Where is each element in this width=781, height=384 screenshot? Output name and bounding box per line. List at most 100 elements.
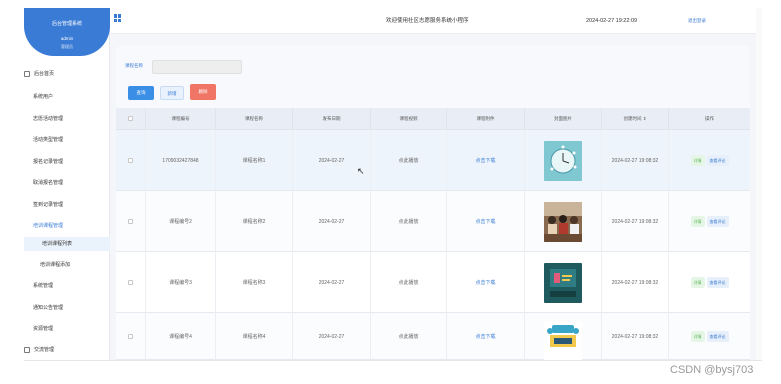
sidebar-item-resource[interactable]: 资源管理 xyxy=(33,325,53,332)
sidebar-item-label: 系统管理 xyxy=(33,283,54,289)
cover-image[interactable] xyxy=(544,262,582,303)
cover-image[interactable] xyxy=(544,140,582,181)
sidebar-item-notice[interactable]: 通知公告管理 xyxy=(33,304,63,311)
detail-button[interactable]: 详情 xyxy=(690,331,705,342)
sidebar-item-activity-type[interactable]: 活动类型管理 xyxy=(33,136,63,143)
detail-button[interactable]: 详情 xyxy=(690,277,705,288)
row-select-cell[interactable] xyxy=(116,252,146,313)
cell-code: 课程编号3 xyxy=(146,252,216,313)
table-row[interactable]: 课程编号3 课程名称3 2024-02-27 点此播放 点击下载 2024-02… xyxy=(116,252,750,313)
row-select-cell[interactable] xyxy=(116,313,146,360)
sidebar-item-label: 系统用户 xyxy=(33,94,54,100)
sidebar-item-training-add[interactable]: 培训课程添加 xyxy=(40,261,70,268)
sidebar-item-training-list[interactable]: 培训课程列表 xyxy=(24,237,110,251)
cell-video[interactable]: 点此播放 xyxy=(371,191,447,252)
row-checkbox[interactable] xyxy=(128,334,133,339)
cell-code: 课程编号4 xyxy=(146,313,216,360)
detail-button[interactable]: 详情 xyxy=(690,155,705,166)
cell-name: 课程名称4 xyxy=(216,313,293,360)
page-title: 欢迎使用社区志愿服务系统小程序 xyxy=(386,18,469,24)
cell-file-link[interactable]: 点击下载 xyxy=(447,252,525,313)
sidebar-item-cancel-registration[interactable]: 取消报名管理 xyxy=(33,179,63,186)
sidebar-item-label: 取消报名管理 xyxy=(33,180,64,186)
detail-button[interactable]: 详情 xyxy=(690,216,705,227)
row-checkbox[interactable] xyxy=(128,219,133,224)
cell-ops: 详情 查看评论 xyxy=(669,313,750,360)
sidebar-item-home[interactable]: 后台首页 xyxy=(24,70,55,77)
cell-name: 课程名称3 xyxy=(216,252,293,313)
col-ops: 操作 xyxy=(705,116,714,121)
header-datetime: 2024-02-27 19:22:09 xyxy=(586,18,638,24)
sidebar-item-checkin[interactable]: 签到记录管理 xyxy=(33,201,63,208)
view-comments-button[interactable]: 查看评论 xyxy=(706,277,729,288)
sidebar-item-label: 签到记录管理 xyxy=(33,202,64,208)
cell-cover xyxy=(525,130,602,191)
cover-image[interactable] xyxy=(544,321,582,361)
select-all-cell[interactable] xyxy=(116,108,146,130)
sidebar-item-users[interactable]: 系统用户 xyxy=(33,93,53,100)
logout-link[interactable]: 退出登录 xyxy=(688,18,706,24)
row-checkbox[interactable] xyxy=(128,280,133,285)
sidebar-item-system[interactable]: 系统管理 xyxy=(33,282,53,289)
cell-date: 2024-02-27 xyxy=(293,191,371,252)
sidebar-item-exchange[interactable]: 交流管理 xyxy=(24,346,55,353)
brand-header: 后台管理系统 admin 管理员 xyxy=(24,8,110,56)
cell-cover xyxy=(525,252,602,313)
col-cover: 封面图片 xyxy=(525,108,602,130)
cell-file-link[interactable]: 点击下载 xyxy=(447,191,525,252)
search-input[interactable] xyxy=(152,60,242,74)
top-header: 欢迎使用社区志愿服务系统小程序 2024-02-27 19:22:09 退出登录 xyxy=(110,8,756,34)
cell-created: 2024-02-27 19:08:32 xyxy=(602,191,669,252)
sidebar-item-label: 志愿活动管理 xyxy=(33,116,64,122)
sidebar-item-label: 资源管理 xyxy=(33,326,54,332)
sidebar-item-label: 培训课程列表 xyxy=(42,241,73,247)
table-row[interactable]: 1709032427848 课程名称1 2024-02-27 点此播放 点击下载… xyxy=(116,130,750,191)
col-file: 课程附件 xyxy=(447,108,525,130)
row-select-cell[interactable] xyxy=(116,130,146,191)
menu-toggle-icon[interactable] xyxy=(114,14,122,22)
delete-button[interactable]: 删除 xyxy=(190,84,216,100)
cell-created: 2024-02-27 19:08:32 xyxy=(602,252,669,313)
cell-cover xyxy=(525,191,602,252)
cell-name: 课程名称2 xyxy=(216,191,293,252)
cell-file-link[interactable]: 点击下载 xyxy=(447,130,525,191)
table-row[interactable]: 课程编号4 课程名称4 2024-02-27 点此播放 点击下载 2024-02… xyxy=(116,313,750,361)
row-checkbox[interactable] xyxy=(128,158,133,163)
table-row[interactable]: 课程编号2 课程名称2 2024-02-27 点此播放 点击下载 2024-02… xyxy=(116,191,750,252)
sidebar-item-registration[interactable]: 报名记录管理 xyxy=(33,158,63,165)
sidebar-item-label: 活动类型管理 xyxy=(33,137,64,143)
row-select-cell[interactable] xyxy=(116,191,146,252)
cell-created: 2024-02-27 19:08:32 xyxy=(602,130,669,191)
view-comments-button[interactable]: 查看评论 xyxy=(706,155,729,166)
cell-video[interactable]: 点此播放 xyxy=(371,130,447,191)
add-button[interactable]: 新增 xyxy=(160,86,184,100)
table-header: 课程编号 课程名称 发布日期 课程视频 课程附件 封面图片 创建时间 ⇕ 操作 xyxy=(116,108,750,130)
cell-file-link[interactable]: 点击下载 xyxy=(447,313,525,360)
query-button[interactable]: 查询 xyxy=(128,86,154,100)
sidebar-item-label: 交流管理 xyxy=(34,347,55,353)
user-role: 管理员 xyxy=(61,44,73,49)
cell-cover xyxy=(525,313,602,361)
cover-image[interactable] xyxy=(544,201,582,242)
home-icon xyxy=(24,71,30,77)
sidebar-item-label: 后台首页 xyxy=(34,71,55,77)
search-label: 课程名称 xyxy=(125,63,143,68)
chat-icon xyxy=(24,347,30,353)
vertical-scrollbar[interactable] xyxy=(756,8,762,360)
view-comments-button[interactable]: 查看评论 xyxy=(706,216,729,227)
user-name[interactable]: admin xyxy=(24,36,110,41)
select-all-checkbox[interactable] xyxy=(128,116,133,122)
bottom-divider xyxy=(24,360,762,361)
cell-video[interactable]: 点此播放 xyxy=(371,313,447,360)
sidebar-item-training[interactable]: 培训课程管理 xyxy=(33,222,63,229)
view-comments-button[interactable]: 查看评论 xyxy=(706,331,729,342)
cell-ops: 详情 查看评论 xyxy=(669,191,750,252)
sidebar-item-label: 培训课程管理 xyxy=(33,223,64,229)
col-created[interactable]: 创建时间 ⇕ xyxy=(602,108,669,130)
mouse-cursor-icon: ↖ xyxy=(357,166,365,176)
col-name: 课程名称 xyxy=(216,108,293,130)
sidebar-item-volunteer-activity[interactable]: 志愿活动管理 xyxy=(33,115,63,122)
cell-video[interactable]: 点此播放 xyxy=(371,252,447,313)
cell-name: 课程名称1 xyxy=(216,130,293,191)
cell-created: 2024-02-27 19:08:32 xyxy=(602,313,669,360)
